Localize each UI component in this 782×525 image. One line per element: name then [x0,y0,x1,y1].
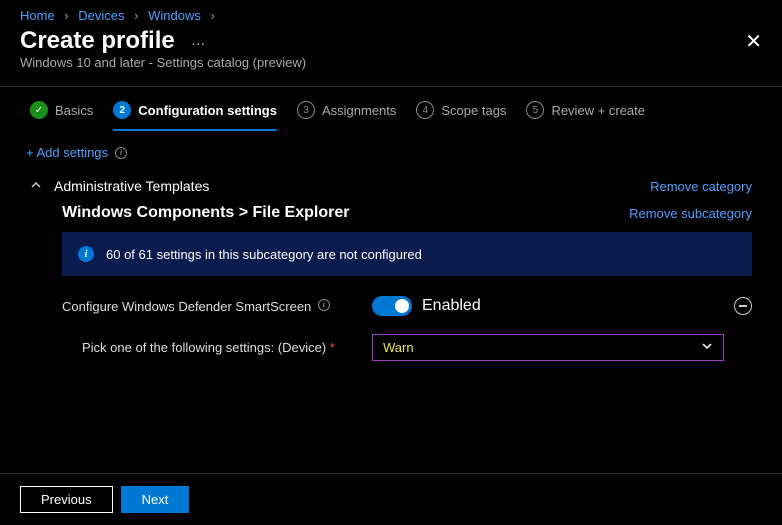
category-name: Administrative Templates [54,178,209,194]
picker-select[interactable]: Warn [372,334,724,361]
chevron-up-icon[interactable] [30,178,42,194]
breadcrumb-windows[interactable]: Windows [148,8,201,23]
subcategory-name: Windows Components > File Explorer [62,204,349,222]
tab-assignments[interactable]: 3 Assignments [297,101,396,131]
breadcrumb-home[interactable]: Home [20,8,55,23]
add-settings-link[interactable]: + Add settings i [0,131,782,174]
next-button[interactable]: Next [121,486,190,513]
breadcrumb: Home › Devices › Windows › [0,0,782,23]
chevron-down-icon [701,340,713,355]
picker-value: Warn [383,340,414,355]
remove-category-link[interactable]: Remove category [650,179,752,194]
remove-subcategory-link[interactable]: Remove subcategory [629,206,752,221]
info-icon: i [78,246,94,262]
tab-basics[interactable]: ✓ Basics [30,101,93,131]
toggle-state: Enabled [422,297,481,315]
info-icon[interactable]: i [318,299,330,311]
more-icon[interactable]: ··· [191,35,205,51]
wizard-tabs: ✓ Basics 2 Configuration settings 3 Assi… [0,87,782,131]
info-banner: i 60 of 61 settings in this subcategory … [62,232,752,276]
page-title: Create profile [20,27,175,55]
tab-configuration-settings[interactable]: 2 Configuration settings [113,101,277,131]
previous-button[interactable]: Previous [20,486,113,513]
tab-scope-tags[interactable]: 4 Scope tags [416,101,506,131]
picker-label: Pick one of the following settings: (Dev… [82,340,372,355]
remove-setting-icon[interactable] [734,297,752,315]
setting-label: Configure Windows Defender SmartScreen i [62,299,372,314]
close-icon[interactable]: ✕ [745,29,762,54]
breadcrumb-devices[interactable]: Devices [78,8,124,23]
tab-review-create[interactable]: 5 Review + create [526,101,645,131]
page-subtitle: Windows 10 and later - Settings catalog … [0,55,782,80]
banner-text: 60 of 61 settings in this subcategory ar… [106,247,422,262]
check-icon: ✓ [30,101,48,119]
smartscreen-toggle[interactable] [372,296,412,316]
info-icon[interactable]: i [115,147,127,159]
